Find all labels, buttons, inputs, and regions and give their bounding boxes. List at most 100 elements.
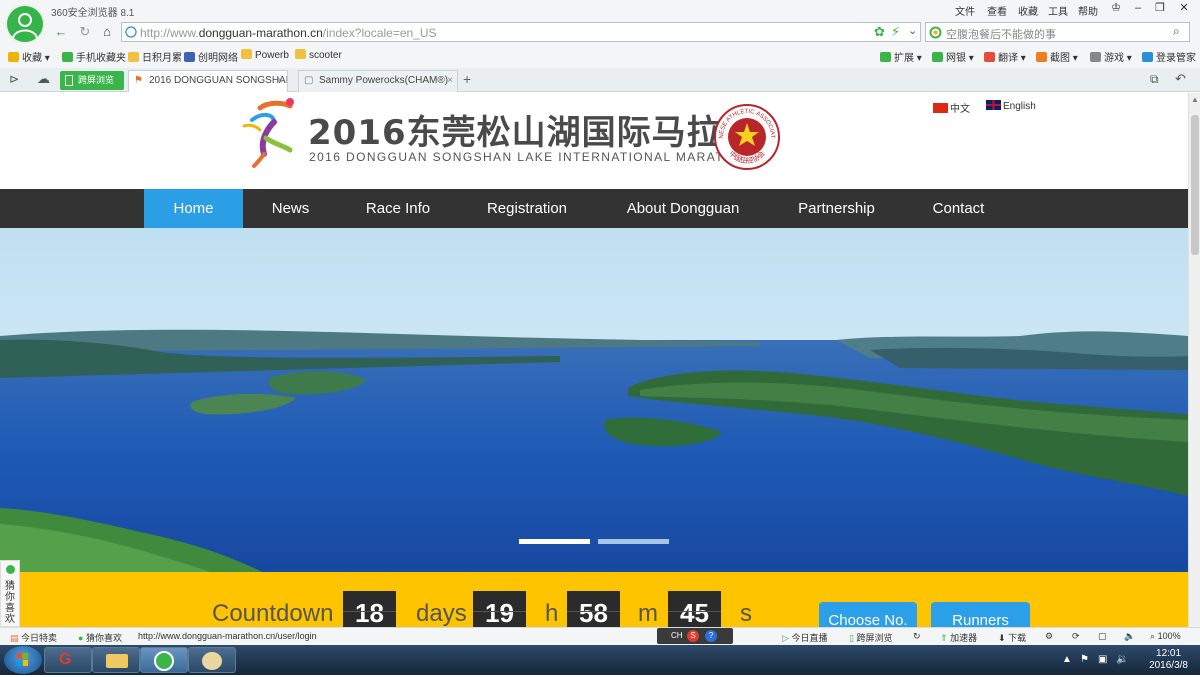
nav-contact[interactable]: Contact	[903, 189, 1014, 228]
bank-menu[interactable]: 网银 ▾	[932, 49, 974, 64]
user-avatar[interactable]	[5, 4, 45, 44]
games-menu[interactable]: 游戏 ▾	[1090, 49, 1132, 64]
tab-sammy[interactable]: ▢ Sammy Powerocks(CHAM®) ×	[298, 70, 458, 92]
search-engine-icon	[929, 26, 942, 39]
start-button[interactable]	[4, 646, 42, 674]
volume-icon[interactable]: 🔈	[1124, 631, 1135, 642]
help-icon: ?	[705, 630, 717, 642]
menu-view[interactable]: 查看	[987, 3, 1007, 18]
recommend-link[interactable]: ● 猜你喜欢	[78, 631, 122, 644]
hero-carousel[interactable]	[0, 228, 1188, 572]
refresh-status-icon[interactable]: ↻	[913, 631, 921, 642]
nav-partnership[interactable]: Partnership	[770, 189, 903, 228]
status-label: 加速器	[950, 633, 978, 643]
sidebar-toggle-icon[interactable]: ⊳	[9, 72, 19, 86]
folder-icon	[295, 49, 306, 59]
lang-chinese[interactable]: 中文	[933, 100, 970, 115]
page-scrollbar[interactable]: ▲	[1188, 93, 1200, 627]
close-tab-icon[interactable]: ×	[447, 71, 453, 91]
extensions-menu[interactable]: 扩展 ▾	[880, 49, 922, 64]
menu-favorites[interactable]: 收藏	[1018, 3, 1038, 18]
taskbar-paint[interactable]	[188, 647, 236, 673]
countdown-days: 18	[343, 591, 396, 627]
new-tab-button[interactable]: +	[463, 71, 471, 87]
bookmark-site[interactable]: 创明网络	[184, 49, 238, 64]
translate-menu[interactable]: 翻译 ▾	[984, 49, 1026, 64]
site-logo-title[interactable]: 2016东莞松山湖国际马拉松	[308, 105, 757, 154]
url-domain: dongguan-marathon.cn	[198, 26, 323, 40]
sync-icon[interactable]: ⟳	[1072, 631, 1080, 642]
accelerator-link[interactable]: ⇑ 加速器	[940, 631, 977, 644]
maximize-button[interactable]: ❐	[1150, 1, 1170, 15]
scroll-up-icon[interactable]: ▲	[1191, 95, 1199, 104]
search-icon[interactable]: ⌕	[1173, 24, 1180, 39]
nav-about-dongguan[interactable]: About Dongguan	[596, 189, 770, 228]
download-link[interactable]: ⬇ 下载	[998, 631, 1026, 644]
undo-close-icon[interactable]: ↶	[1175, 71, 1186, 87]
bookmark-folder[interactable]: 日积月累	[128, 49, 182, 64]
runners-status-button[interactable]: Runners Status	[931, 602, 1030, 627]
network-icon[interactable]: ▣	[1098, 654, 1107, 665]
marathon-runner-logo-icon[interactable]	[240, 98, 300, 168]
daily-deals-link[interactable]: ▤ 今日特卖	[10, 631, 57, 644]
menu-tools[interactable]: 工具	[1048, 3, 1068, 18]
restore-tabs-icon[interactable]: ⧉	[1150, 72, 1159, 87]
recommend-side-widget[interactable]: 猜你喜欢	[0, 560, 20, 627]
ime-lang-label: CH	[671, 631, 683, 640]
nav-race-info[interactable]: Race Info	[338, 189, 458, 228]
live-link[interactable]: ▷ 今日直播	[782, 631, 827, 644]
taskbar-browser-active[interactable]	[140, 647, 188, 673]
cross-screen-link[interactable]: ▯ 跨屏浏览	[849, 631, 892, 644]
star-icon	[8, 52, 19, 62]
menu-help[interactable]: 帮助	[1078, 3, 1098, 18]
home-icon[interactable]: ⌂	[98, 23, 116, 41]
chevron-down-icon[interactable]: ⌄	[908, 24, 917, 37]
browser-title-bar: 360安全浏览器 8.1 文件 查看 收藏 工具 帮助 ♔ – ❐ ✕	[0, 0, 1200, 44]
screenshot-menu[interactable]: 截图 ▾	[1036, 49, 1078, 64]
url-input[interactable]: http://www.dongguan-marathon.cn/index?lo…	[121, 22, 921, 42]
menu-file[interactable]: 文件	[955, 3, 975, 18]
nav-news[interactable]: News	[243, 189, 338, 228]
login-manager[interactable]: 登录管家	[1142, 49, 1196, 64]
taskbar-explorer[interactable]	[92, 647, 140, 673]
nav-registration[interactable]: Registration	[458, 189, 596, 228]
settings-icon[interactable]: ⚙	[1045, 631, 1053, 642]
green-dot-icon: ●	[78, 633, 84, 643]
bookmark-folder[interactable]: scooter	[295, 49, 342, 61]
close-window-button[interactable]: ✕	[1174, 1, 1194, 15]
minimize-button[interactable]: –	[1128, 1, 1148, 15]
athletic-association-seal: CHINESE ATHLETIC ASSOCIATION 中国田径协会	[713, 103, 780, 170]
close-tab-icon[interactable]: ×	[277, 71, 283, 91]
bookmark-mobile[interactable]: 手机收藏夹	[62, 49, 126, 64]
lang-english[interactable]: English	[986, 100, 1036, 112]
scroll-thumb[interactable]	[1191, 115, 1199, 255]
carousel-dot-1[interactable]	[519, 539, 590, 544]
refresh-icon[interactable]: ↻	[76, 23, 94, 41]
security-shield-icon[interactable]: ✿	[874, 24, 885, 40]
nav-home[interactable]: Home	[144, 189, 243, 228]
skin-icon[interactable]: ♔	[1106, 1, 1126, 15]
bookmark-label: 创明网络	[198, 53, 238, 64]
volume-tray-icon[interactable]: 🔉	[1116, 654, 1128, 665]
bookmark-favorites[interactable]: 收藏 ▾	[8, 49, 50, 64]
search-input[interactable]: 空腹泡餐后不能做的事 ⌕	[925, 22, 1190, 42]
system-clock[interactable]: 12:01 2016/3/8	[1149, 648, 1188, 672]
cloud-icon[interactable]: ☁	[37, 71, 50, 87]
carousel-dot-2[interactable]	[598, 539, 669, 544]
bookmark-folder[interactable]: Powerb	[241, 49, 289, 61]
zoom-control[interactable]: ⌕ 100%	[1150, 631, 1181, 642]
ime-toolbar[interactable]: CH S ?	[657, 628, 733, 644]
bookmark-label: Powerb	[255, 50, 289, 61]
tab-marathon[interactable]: ⚑ 2016 DONGGUAN SONGSHAN ×	[128, 70, 288, 92]
taskbar-app-360[interactable]: G	[44, 647, 92, 673]
split-screen-button[interactable]: 跨屏浏览	[60, 71, 124, 90]
bookmark-label: 收藏	[22, 53, 42, 64]
flag-icon[interactable]: ⚑	[1080, 654, 1089, 665]
choose-number-button[interactable]: Choose No.	[819, 602, 917, 627]
speed-mode-icon[interactable]: ⚡	[891, 24, 900, 40]
site-logo-subtitle: 2016 DONGGUAN SONGSHAN LAKE INTERNATIONA…	[309, 150, 755, 164]
tray-expand-icon[interactable]: ▲	[1062, 654, 1072, 665]
back-arrow-icon[interactable]: ←	[52, 23, 70, 41]
window-icon[interactable]: ▢	[1098, 631, 1107, 642]
bank-icon	[932, 52, 943, 62]
